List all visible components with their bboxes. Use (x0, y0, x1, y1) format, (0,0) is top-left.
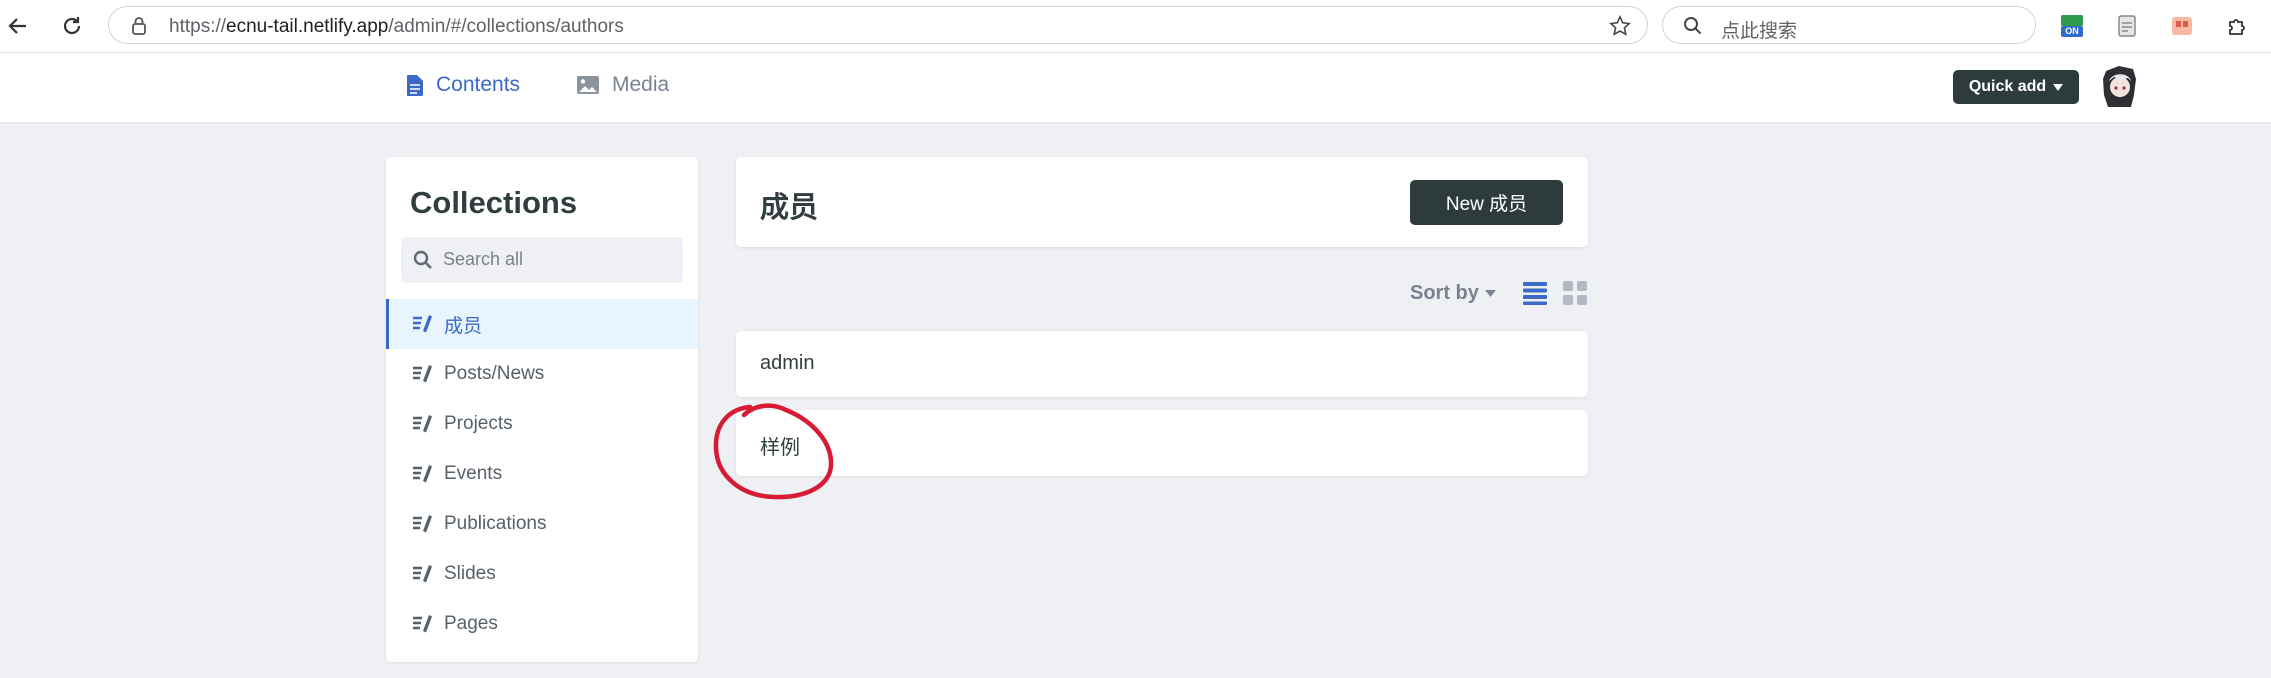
sidebar-item-label: Projects (444, 413, 513, 434)
document-icon (407, 74, 423, 96)
collection-edit-icon (413, 565, 432, 583)
view-controls: Sort by (1410, 278, 1587, 308)
palette-extension-icon (2172, 17, 2192, 35)
browser-search-placeholder: 点此搜索 (1721, 21, 1798, 42)
sidebar-item-label: Posts/News (444, 363, 545, 384)
sidebar-item-label: 成员 (444, 315, 483, 337)
entry-card[interactable]: admin (736, 331, 1588, 397)
back-button[interactable] (2, 10, 34, 42)
sidebar-title: Collections (410, 185, 578, 220)
sidebar-item-members[interactable]: 成员 (386, 299, 698, 349)
reload-button[interactable] (56, 10, 88, 42)
sidebar-item-posts-news[interactable]: Posts/News (386, 349, 698, 399)
url-path: /admin/#/collections/authors (388, 16, 624, 37)
document-extension-icon (2118, 15, 2136, 37)
extension-on-badge: ON (2065, 26, 2079, 36)
sidebar-item-label: Publications (444, 513, 547, 534)
collections-sidebar: Collections Search all 成员 Posts/News Pro… (386, 157, 698, 662)
reload-icon (63, 17, 81, 35)
puzzle-icon (2229, 19, 2245, 35)
entry-title: admin (760, 352, 815, 374)
url-text: https://ecnu-tail.netlify.app/admin/#/co… (169, 16, 624, 38)
caret-down-icon (1484, 289, 1496, 297)
reader-extension-button[interactable] (2115, 14, 2139, 38)
sort-by-dropdown[interactable]: Sort by (1410, 282, 1496, 305)
collection-edit-icon (413, 365, 432, 383)
sort-by-label: Sort by (1410, 281, 1479, 304)
collection-edit-icon (413, 465, 432, 483)
grid-view-icon[interactable] (1562, 281, 1587, 305)
url-host: ecnu-tail.netlify.app (226, 16, 389, 37)
collection-search-input[interactable]: Search all (401, 237, 683, 283)
color-extension-button[interactable] (2170, 14, 2194, 38)
list-view-icon[interactable] (1522, 281, 1547, 305)
sidebar-item-publications[interactable]: Publications (386, 499, 698, 549)
quick-add-label: Quick add (1968, 78, 2047, 95)
sidebar-item-label: Slides (444, 563, 496, 584)
collection-edit-icon (413, 515, 432, 533)
image-icon (577, 76, 599, 94)
nav-media[interactable]: Media (576, 73, 669, 97)
nav-media-label: Media (612, 73, 670, 96)
sidebar-item-projects[interactable]: Projects (386, 399, 698, 449)
url-prefix: https:// (169, 16, 227, 37)
collection-title: 成员 (760, 192, 819, 224)
collection-edit-icon (413, 315, 432, 333)
sidebar-item-events[interactable]: Events (386, 449, 698, 499)
nav-contents-label: Contents (436, 73, 521, 96)
new-entry-button[interactable]: New 成员 (1410, 180, 1563, 225)
quick-add-button[interactable]: Quick add (1953, 70, 2079, 104)
collection-edit-icon (413, 615, 432, 633)
sidebar-item-label: Pages (444, 613, 498, 634)
user-avatar[interactable] (2100, 65, 2138, 107)
browser-search-box[interactable]: 点此搜索 (1662, 6, 2036, 44)
sidebar-item-label: Events (444, 463, 503, 484)
collection-edit-icon (413, 415, 432, 433)
extensions-menu-button[interactable] (2225, 14, 2249, 38)
bookmark-star-icon[interactable] (1609, 15, 1631, 37)
cms-header: Contents Media Quick add (0, 53, 2271, 122)
browser-toolbar: https://ecnu-tail.netlify.app/admin/#/co… (0, 0, 2271, 53)
red-circle-annotation (713, 403, 834, 500)
collection-search-placeholder: Search all (443, 249, 524, 269)
sidebar-item-slides[interactable]: Slides (386, 549, 698, 599)
lock-icon (132, 17, 146, 35)
address-bar[interactable]: https://ecnu-tail.netlify.app/admin/#/co… (108, 6, 1648, 44)
extension-on-button[interactable]: ON (2060, 14, 2084, 38)
search-icon (413, 250, 432, 269)
search-icon (1684, 17, 1702, 35)
entry-card[interactable]: 样例 (736, 410, 1588, 476)
collection-header: 成员 New 成员 (736, 157, 1588, 247)
sidebar-item-pages[interactable]: Pages (386, 599, 698, 649)
back-arrow-icon (8, 18, 26, 34)
nav-contents[interactable]: Contents (406, 73, 520, 97)
caret-down-icon (2053, 83, 2064, 91)
